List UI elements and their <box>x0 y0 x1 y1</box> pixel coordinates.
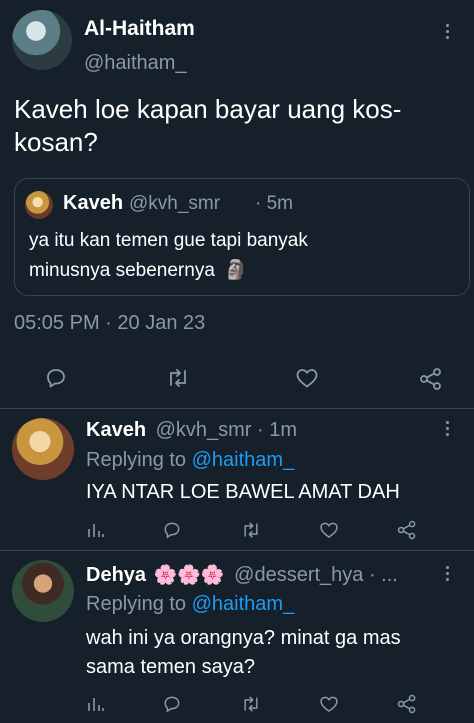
avatar-haitham[interactable] <box>12 10 72 70</box>
quoted-handle: @kvh_smr <box>129 193 221 214</box>
share-icon[interactable] <box>396 519 418 541</box>
flower-emoji: 🌸🌸🌸 <box>153 565 225 586</box>
replying-to-prefix: Replying to <box>86 593 187 615</box>
quoted-text-line1: ya itu kan temen gue tapi banyak <box>29 230 308 251</box>
reply-icon[interactable] <box>162 520 182 540</box>
author-display-name[interactable]: Al-Haitham <box>84 17 195 41</box>
replying-to-prefix: Replying to <box>86 449 187 471</box>
share-icon[interactable] <box>396 693 418 715</box>
tweet-timestamp[interactable]: 05:05 PM · 20 Jan 23 <box>14 312 205 335</box>
reply-age: · 1m <box>257 419 298 441</box>
reply-text-line1: wah ini ya orangnya? minat ga mas <box>86 627 401 649</box>
quoted-age: · 5m <box>255 193 293 214</box>
quoted-text-line2: minusnya sebenernya 🗿 <box>29 258 248 282</box>
reply-text-line2: sama temen saya? <box>86 656 255 678</box>
like-icon[interactable] <box>318 520 340 540</box>
quoted-tweet[interactable]: Kaveh @kvh_smr · 5m ya itu kan temen gue… <box>14 178 470 296</box>
reply-handle[interactable]: @dessert_hya · ... <box>234 564 398 586</box>
share-icon[interactable] <box>418 366 444 392</box>
quoted-text-line2-text: minusnya sebenernya <box>29 260 215 281</box>
like-icon[interactable] <box>318 694 340 714</box>
tweet-text: Kaveh loe kapan bayar uang kos-kosan? <box>14 94 402 157</box>
reply-display-name[interactable]: Kaveh <box>86 419 146 441</box>
reply-header: Kaveh @kvh_smr · 1m <box>86 419 297 442</box>
like-icon[interactable] <box>294 366 320 390</box>
avatar-dehya[interactable] <box>12 560 74 622</box>
reply-icon[interactable] <box>44 366 68 390</box>
reply-handle[interactable]: @kvh_smr <box>156 419 252 441</box>
replying-to: Replying to @haitham_ <box>86 593 294 616</box>
divider <box>0 408 474 409</box>
timestamp-time: 05:05 PM <box>14 312 100 334</box>
reply-icon[interactable] <box>162 694 182 714</box>
quoted-display-name: Kaveh <box>63 192 124 214</box>
more-icon[interactable] <box>446 24 450 42</box>
more-icon[interactable] <box>446 566 450 584</box>
more-icon[interactable] <box>446 421 450 439</box>
retweet-icon[interactable] <box>165 366 191 390</box>
retweet-icon[interactable] <box>240 694 262 714</box>
retweet-icon[interactable] <box>240 520 262 540</box>
timestamp-separator: · <box>105 312 112 334</box>
reply-header: Dehya 🌸🌸🌸 @dessert_hya · ... <box>86 563 398 587</box>
timestamp-date: 20 Jan 23 <box>117 312 206 334</box>
replying-to-handle[interactable]: @haitham_ <box>192 593 295 615</box>
replying-to-handle[interactable]: @haitham_ <box>192 449 295 471</box>
analytics-icon[interactable] <box>86 694 106 714</box>
moai-emoji: 🗿 <box>224 260 248 281</box>
avatar-kaveh-reply[interactable] <box>12 418 74 480</box>
author-handle[interactable]: @haitham_ <box>84 52 187 75</box>
analytics-icon[interactable] <box>86 520 106 540</box>
avatar-kaveh <box>25 191 53 219</box>
reply-text: IYA NTAR LOE BAWEL AMAT DAH <box>86 481 400 503</box>
replying-to: Replying to @haitham_ <box>86 449 294 472</box>
reply-display-name[interactable]: Dehya <box>86 564 146 586</box>
divider <box>0 550 474 551</box>
